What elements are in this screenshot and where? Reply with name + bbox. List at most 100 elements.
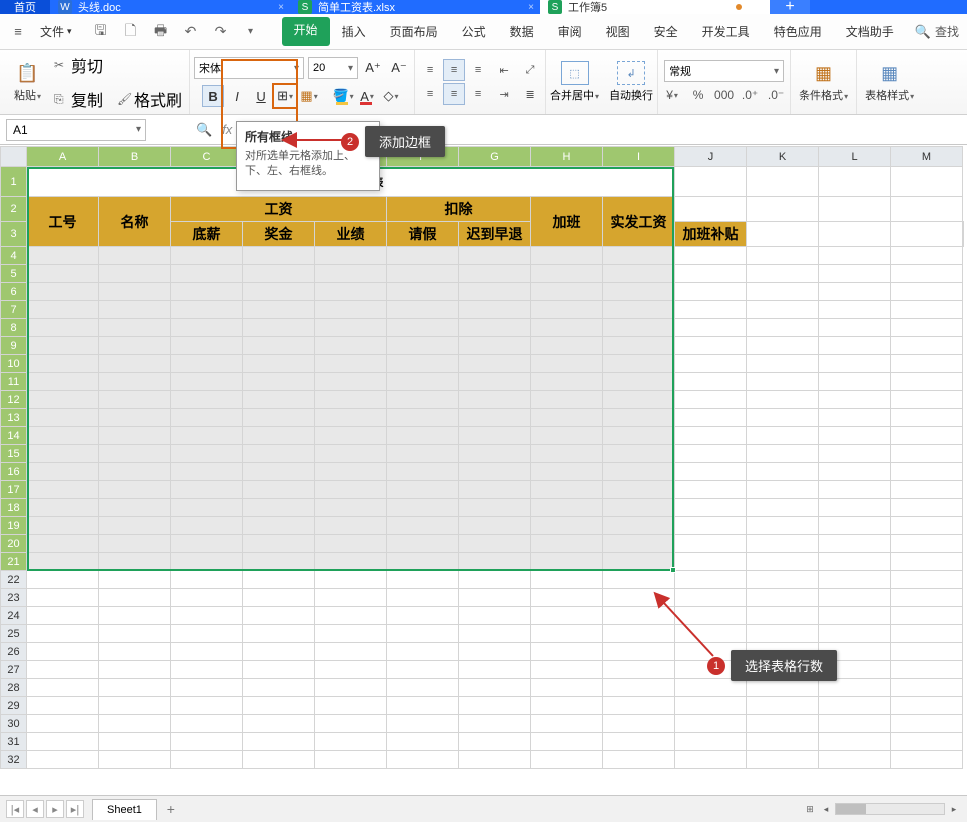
cell[interactable] xyxy=(99,301,171,319)
cell[interactable] xyxy=(459,751,531,769)
cell[interactable] xyxy=(459,499,531,517)
align-top-right[interactable]: ≡ xyxy=(467,59,489,81)
cell[interactable] xyxy=(243,391,315,409)
cell[interactable] xyxy=(891,337,963,355)
ribbon-tab-layout[interactable]: 页面布局 xyxy=(378,17,450,46)
row-header[interactable]: 20 xyxy=(1,535,27,553)
cell[interactable] xyxy=(315,625,387,643)
cell[interactable] xyxy=(387,355,459,373)
cell[interactable] xyxy=(819,751,891,769)
cell[interactable] xyxy=(747,301,819,319)
borders-button[interactable]: ⊞ xyxy=(274,85,296,107)
cell[interactable] xyxy=(819,222,891,247)
cell[interactable] xyxy=(531,535,603,553)
cell[interactable] xyxy=(27,409,99,427)
row-header[interactable]: 18 xyxy=(1,499,27,517)
cell[interactable] xyxy=(387,553,459,571)
percent-button[interactable]: % xyxy=(688,86,708,104)
cell[interactable] xyxy=(387,301,459,319)
ribbon-tab-view[interactable]: 视图 xyxy=(594,17,642,46)
cell[interactable] xyxy=(675,715,747,733)
table-style-button[interactable]: ▦ 表格样式 xyxy=(861,59,918,105)
cell[interactable] xyxy=(459,373,531,391)
decrease-decimal-button[interactable]: .0⁻ xyxy=(766,86,786,104)
ribbon-tab-security[interactable]: 安全 xyxy=(642,17,690,46)
cell[interactable] xyxy=(603,319,675,337)
cell[interactable] xyxy=(819,535,891,553)
cell[interactable] xyxy=(27,301,99,319)
cell[interactable] xyxy=(675,733,747,751)
cell[interactable] xyxy=(171,301,243,319)
cell[interactable] xyxy=(891,715,963,733)
ribbon-tab-review[interactable]: 审阅 xyxy=(546,17,594,46)
cell[interactable] xyxy=(243,319,315,337)
cell[interactable] xyxy=(27,481,99,499)
sheet-nav-next[interactable]: ▸ xyxy=(46,800,64,818)
cell[interactable] xyxy=(27,589,99,607)
wrap-text-button[interactable]: ↲ 自动换行 xyxy=(609,61,653,103)
cell[interactable] xyxy=(99,751,171,769)
cell[interactable] xyxy=(747,283,819,301)
cell[interactable] xyxy=(603,391,675,409)
cell[interactable] xyxy=(27,247,99,265)
cell[interactable] xyxy=(819,355,891,373)
cell[interactable] xyxy=(603,427,675,445)
cell[interactable] xyxy=(891,167,963,197)
cell[interactable] xyxy=(315,391,387,409)
row-header[interactable]: 21 xyxy=(1,553,27,571)
cell[interactable] xyxy=(675,319,747,337)
cell[interactable] xyxy=(459,319,531,337)
cell[interactable] xyxy=(99,355,171,373)
cell[interactable] xyxy=(315,661,387,679)
cell[interactable] xyxy=(675,197,747,222)
cell[interactable] xyxy=(171,571,243,589)
cell[interactable] xyxy=(171,445,243,463)
col-header[interactable]: L xyxy=(819,147,891,167)
row-header[interactable]: 27 xyxy=(1,661,27,679)
cell[interactable] xyxy=(315,301,387,319)
cell[interactable] xyxy=(27,625,99,643)
cell[interactable] xyxy=(531,697,603,715)
cell[interactable] xyxy=(27,697,99,715)
cell[interactable] xyxy=(171,373,243,391)
cell[interactable] xyxy=(243,247,315,265)
cell[interactable] xyxy=(99,535,171,553)
cell[interactable] xyxy=(459,679,531,697)
cell[interactable] xyxy=(459,265,531,283)
row-header[interactable]: 1 xyxy=(1,167,27,197)
header-cell[interactable]: 加班 xyxy=(531,197,603,247)
cell[interactable] xyxy=(27,751,99,769)
font-select[interactable]: 宋体 xyxy=(194,57,304,79)
cell[interactable] xyxy=(315,247,387,265)
trace-icon[interactable]: 🔍 xyxy=(196,122,212,138)
cell[interactable] xyxy=(243,481,315,499)
row-header[interactable]: 9 xyxy=(1,337,27,355)
increase-decimal-button[interactable]: .0⁺ xyxy=(740,86,760,104)
cell[interactable] xyxy=(603,517,675,535)
cell[interactable] xyxy=(27,391,99,409)
cell[interactable] xyxy=(747,571,819,589)
cell[interactable] xyxy=(387,607,459,625)
row-header[interactable]: 31 xyxy=(1,733,27,751)
cell[interactable] xyxy=(243,463,315,481)
save-icon[interactable]: 🖫 xyxy=(92,23,110,41)
cell[interactable] xyxy=(747,445,819,463)
cell[interactable] xyxy=(459,301,531,319)
cell[interactable] xyxy=(819,589,891,607)
cell[interactable] xyxy=(387,535,459,553)
scroll-right-icon[interactable]: ▸ xyxy=(947,802,961,816)
cell[interactable] xyxy=(243,301,315,319)
cell[interactable] xyxy=(243,679,315,697)
cell[interactable] xyxy=(531,643,603,661)
cell[interactable] xyxy=(819,265,891,283)
cell[interactable] xyxy=(819,733,891,751)
cell[interactable] xyxy=(603,553,675,571)
font-size-select[interactable]: 20 xyxy=(308,57,358,79)
cell[interactable] xyxy=(171,337,243,355)
cell[interactable] xyxy=(459,661,531,679)
col-header[interactable]: M xyxy=(891,147,963,167)
cell[interactable] xyxy=(387,697,459,715)
header-cell[interactable]: 扣除 xyxy=(387,197,531,222)
cell[interactable] xyxy=(675,283,747,301)
cell[interactable] xyxy=(27,265,99,283)
